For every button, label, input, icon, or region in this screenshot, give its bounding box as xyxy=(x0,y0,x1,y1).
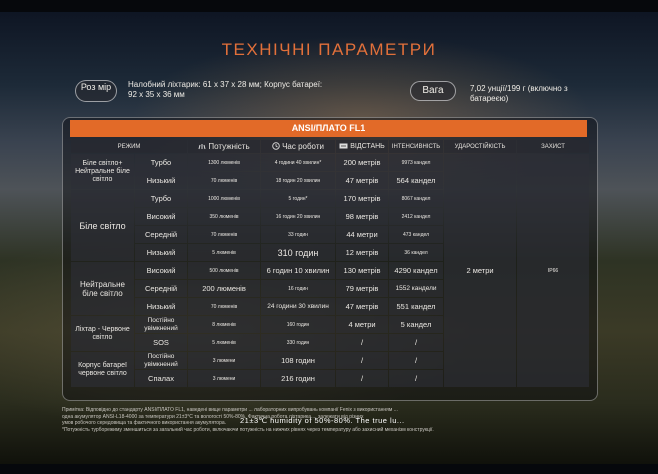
runtime-cell: 330 годин xyxy=(261,334,336,351)
table-row: Біле світло+ Нейтральне біле світло Турб… xyxy=(71,154,590,387)
mode-cell: Середній xyxy=(135,280,188,297)
power-cell: 1000 люменів xyxy=(188,190,261,207)
mode-cell: Середній xyxy=(135,226,188,243)
intensity-cell: 473 кандел xyxy=(389,226,444,243)
intensity-cell: 551 кандел xyxy=(389,298,444,315)
top-frame xyxy=(0,0,658,12)
distance-cell: 44 метри xyxy=(336,226,389,243)
distance-cell: / xyxy=(336,352,389,369)
intensity-cell: 2412 кандел xyxy=(389,208,444,225)
runtime-cell: 310 годин xyxy=(261,244,336,261)
runtime-cell: 108 годин xyxy=(261,352,336,369)
weight-spec-text: 7,02 унції/199 г (включно з батареєю) xyxy=(470,84,568,103)
bottom-frame xyxy=(0,464,658,474)
intensity-cell: / xyxy=(389,370,444,387)
power-cell: 70 люменів xyxy=(188,172,261,189)
mode-cell: Низький xyxy=(135,172,188,189)
mode-cell: Турбо xyxy=(135,190,188,207)
runtime-cell: 5 годин* xyxy=(261,190,336,207)
overlay-caption: 21±3℃ humidity of 50%-80%. The true lu..… xyxy=(240,416,405,425)
group-label: Біле світло xyxy=(71,190,134,261)
header-distance: ВІДСТАНЬ xyxy=(336,140,389,153)
runtime-cell: 33 годин xyxy=(261,226,336,243)
distance-cell: 200 метрів xyxy=(336,154,389,171)
distance-cell: / xyxy=(336,334,389,351)
group-label: Корпус батареї червоне світло xyxy=(71,352,134,387)
distance-icon xyxy=(339,143,348,151)
intensity-cell: 1552 кандели xyxy=(389,280,444,297)
distance-cell: 130 метрів xyxy=(336,262,389,279)
runtime-cell: 6 годин 10 хвилин xyxy=(261,262,336,279)
runtime-cell: 24 години 30 хвилин xyxy=(261,298,336,315)
mode-cell: Постійно увімкнений xyxy=(135,352,188,369)
distance-cell: 12 метрів xyxy=(336,244,389,261)
distance-cell: 170 метрів xyxy=(336,190,389,207)
power-cell: 1300 люменів xyxy=(188,154,261,171)
mode-cell: Низький xyxy=(135,244,188,261)
mode-cell: Низький xyxy=(135,298,188,315)
runtime-cell: 18 годин 20 хвилин xyxy=(261,172,336,189)
intensity-cell: 9973 кандел xyxy=(389,154,444,171)
intensity-cell: 8067 кандел xyxy=(389,190,444,207)
intensity-cell: / xyxy=(389,352,444,369)
distance-cell: 98 метрів xyxy=(336,208,389,225)
group-label: Ліхтар - Червоне світло xyxy=(71,316,134,351)
page-title: ТЕХНІЧНІ ПАРАМЕТРИ xyxy=(221,40,437,59)
impact-cell: 2 метри xyxy=(444,154,517,387)
header-impact: УДАРОСТІЙКІСТЬ xyxy=(444,140,517,153)
power-cell: 350 люменів xyxy=(188,208,261,225)
table-title: ANSI/ПЛАТО FL1 xyxy=(70,120,587,137)
mode-cell: SOS xyxy=(135,334,188,351)
intensity-cell: 36 кандел xyxy=(389,244,444,261)
distance-cell: 47 метрів xyxy=(336,172,389,189)
header-runtime-label: Час роботи xyxy=(282,141,324,151)
clock-icon xyxy=(272,141,280,152)
power-cell: 500 люменів xyxy=(188,262,261,279)
mode-cell: Високий xyxy=(135,262,188,279)
group-label: Нейтральне біле світло xyxy=(71,262,134,315)
header-mode: РЕЖИМ xyxy=(71,140,188,153)
power-cell: 200 люменів xyxy=(188,280,261,297)
header-power-label: Потужність xyxy=(208,141,250,151)
runtime-cell: 216 годин xyxy=(261,370,336,387)
power-cell: 5 люменів xyxy=(188,334,261,351)
protection-cell: IP66 xyxy=(517,154,590,387)
weight-pill: Вага xyxy=(410,81,456,101)
header-protection: ЗАХИСТ xyxy=(517,140,590,153)
distance-cell: 4 метри xyxy=(336,316,389,333)
size-spec-text: Налобний ліхтарик: 61 x 37 x 28 мм; Корп… xyxy=(128,80,323,99)
runtime-cell: 16 годин xyxy=(261,280,336,297)
footnote-line: *Потужність турборежиму зменшиться за за… xyxy=(62,426,434,433)
power-cell: 70 люменів xyxy=(188,298,261,315)
runtime-cell: 4 години 40 хвилин* xyxy=(261,154,336,171)
intensity-cell: 5 кандел xyxy=(389,316,444,333)
mode-cell: Турбо xyxy=(135,154,188,171)
mode-cell: Постійно увімкнений xyxy=(135,316,188,333)
group-label: Біле світло+ Нейтральне біле світло xyxy=(71,154,134,189)
header-distance-label: ВІДСТАНЬ xyxy=(350,142,385,150)
intensity-cell: 564 кандел xyxy=(389,172,444,189)
power-cell: 5 люменів xyxy=(188,244,261,261)
header-power: Потужність xyxy=(188,140,261,153)
distance-cell: 79 метрів xyxy=(336,280,389,297)
power-cell: 70 люменів xyxy=(188,226,261,243)
runtime-cell: 160 годин xyxy=(261,316,336,333)
mode-cell: Високий xyxy=(135,208,188,225)
runtime-cell: 16 годин 20 хвилин xyxy=(261,208,336,225)
mode-cell: Спалах xyxy=(135,370,188,387)
power-cell: 3 люмени xyxy=(188,370,261,387)
size-pill: Роз мір xyxy=(75,80,117,102)
distance-cell: 47 метрів xyxy=(336,298,389,315)
header-intensity: ІНТЕНСИВНІСТЬ xyxy=(389,140,444,153)
intensity-cell: 4290 кандел xyxy=(389,262,444,279)
power-icon xyxy=(198,143,206,152)
distance-cell: / xyxy=(336,370,389,387)
header-runtime: Час роботи xyxy=(261,140,336,153)
intensity-cell: / xyxy=(389,334,444,351)
spec-table: РЕЖИМ Потужність Час роботи ВІДСТАНЬ ІНТ… xyxy=(70,139,590,388)
power-cell: 3 люмени xyxy=(188,352,261,369)
power-cell: 8 люменів xyxy=(188,316,261,333)
